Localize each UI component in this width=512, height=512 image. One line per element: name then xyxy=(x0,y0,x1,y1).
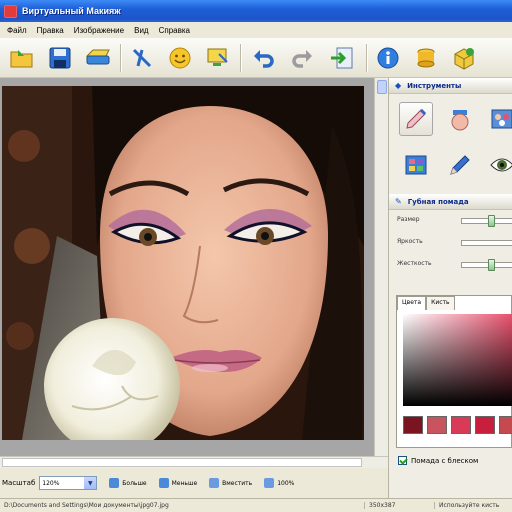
menu-file[interactable]: Файл xyxy=(2,26,32,35)
fit-icon xyxy=(209,478,220,488)
status-bar: D:\Documents and Settings\Мои документы\… xyxy=(0,498,512,512)
slider-label: Размер xyxy=(397,216,420,223)
toolbar xyxy=(0,38,512,78)
slider-hardness[interactable]: Жесткость xyxy=(389,254,512,276)
smiley-icon[interactable] xyxy=(164,42,196,74)
info-icon[interactable] xyxy=(372,42,404,74)
swatch[interactable] xyxy=(427,416,447,434)
zoom-out-icon xyxy=(158,478,169,488)
app-icon xyxy=(4,4,17,18)
horizontal-scrollbar[interactable] xyxy=(0,456,388,468)
zoom-in-label: Больше xyxy=(122,479,147,487)
swatch[interactable] xyxy=(499,416,512,434)
horizontal-scroll-thumb[interactable] xyxy=(2,458,362,467)
open-folder-icon[interactable] xyxy=(6,42,38,74)
zoom-label: Масштаб xyxy=(2,479,36,487)
vertical-scrollbar[interactable] xyxy=(374,78,388,456)
eye-icon[interactable] xyxy=(485,148,512,182)
zoom-in-button[interactable]: Больше xyxy=(109,478,147,488)
fit-label: Вместить xyxy=(222,479,253,487)
actual-size-button[interactable]: 100% xyxy=(264,478,294,488)
gloss-checkbox[interactable] xyxy=(398,456,407,465)
tool-title: Губная помада xyxy=(407,197,469,206)
gloss-option[interactable]: Помада с блеском xyxy=(398,456,478,465)
actual-size-icon xyxy=(264,478,275,488)
chevron-down-icon[interactable]: ▼ xyxy=(84,477,97,489)
package-icon[interactable] xyxy=(448,42,480,74)
zoom-select[interactable]: 120% ▼ xyxy=(39,476,98,490)
canvas-area[interactable] xyxy=(0,78,388,456)
slider-label: Жесткость xyxy=(397,260,432,267)
status-hint: Используйте кисть xyxy=(434,502,499,509)
save-icon[interactable] xyxy=(44,42,76,74)
undo-icon[interactable] xyxy=(248,42,280,74)
slider-track[interactable] xyxy=(461,259,512,271)
zoom-bar: Масштаб 120% ▼ Больше Меньше Вместить 10… xyxy=(0,468,388,498)
menu-bar: Файл Правка Изображение Вид Справка xyxy=(0,22,512,38)
tools-header: ◆ Инструменты xyxy=(389,78,512,94)
slider-size[interactable]: Размер xyxy=(389,210,512,232)
arrow-icon: ◆ xyxy=(395,81,402,90)
slider-label: Яркость xyxy=(397,238,423,245)
slider-track[interactable] xyxy=(461,240,512,246)
crop-icon[interactable] xyxy=(126,42,158,74)
tab-colors[interactable]: Цвета xyxy=(397,296,427,310)
palette-icon[interactable] xyxy=(485,102,512,136)
zoom-out-button[interactable]: Меньше xyxy=(158,478,198,488)
lipstick-icon: ✎ xyxy=(395,197,402,206)
actual-size-label: 100% xyxy=(277,479,295,487)
menu-image[interactable]: Изображение xyxy=(69,26,129,35)
export-icon[interactable] xyxy=(326,42,358,74)
window-title: Виртуальный Макияж xyxy=(22,6,121,16)
jar-icon[interactable] xyxy=(443,102,477,136)
menu-edit[interactable]: Правка xyxy=(32,26,69,35)
slider-knob[interactable] xyxy=(488,215,495,227)
tool-grid xyxy=(389,94,512,194)
zoom-out-label: Меньше xyxy=(171,479,198,487)
zoom-in-icon xyxy=(109,478,120,488)
zoom-value: 120% xyxy=(42,479,60,487)
menu-help[interactable]: Справка xyxy=(154,26,195,35)
display-icon[interactable] xyxy=(202,42,234,74)
swatch[interactable] xyxy=(475,416,495,434)
redo-icon[interactable] xyxy=(286,42,318,74)
tools-title: Инструменты xyxy=(407,81,462,90)
tool-options-header: ✎ Губная помада xyxy=(389,194,512,210)
menu-view[interactable]: Вид xyxy=(129,26,153,35)
slider-brightness[interactable]: Яркость xyxy=(389,232,512,254)
tab-brush[interactable]: Кисть xyxy=(426,296,455,310)
color-gradient[interactable] xyxy=(403,314,512,406)
file-path: D:\Documents and Settings\Мои документы\… xyxy=(4,502,169,509)
swatch[interactable] xyxy=(403,416,423,434)
coins-icon[interactable] xyxy=(410,42,442,74)
gloss-label: Помада с блеском xyxy=(411,456,479,465)
slider-track[interactable] xyxy=(461,215,512,227)
scanner-icon[interactable] xyxy=(82,42,114,74)
title-bar: Виртуальный Макияж xyxy=(0,0,512,22)
brush-icon[interactable] xyxy=(399,102,433,136)
color-swatches xyxy=(403,416,512,434)
color-picker: Цвета Кисть xyxy=(396,295,512,448)
swatch[interactable] xyxy=(451,416,471,434)
image-size: 350х387 xyxy=(364,502,434,509)
fit-button[interactable]: Вместить xyxy=(209,478,252,488)
pencil-icon[interactable] xyxy=(443,148,477,182)
slider-knob[interactable] xyxy=(488,259,495,271)
vertical-scroll-thumb[interactable] xyxy=(377,80,387,94)
portrait-photo[interactable] xyxy=(2,86,364,440)
eyeshadow-icon[interactable] xyxy=(399,148,433,182)
